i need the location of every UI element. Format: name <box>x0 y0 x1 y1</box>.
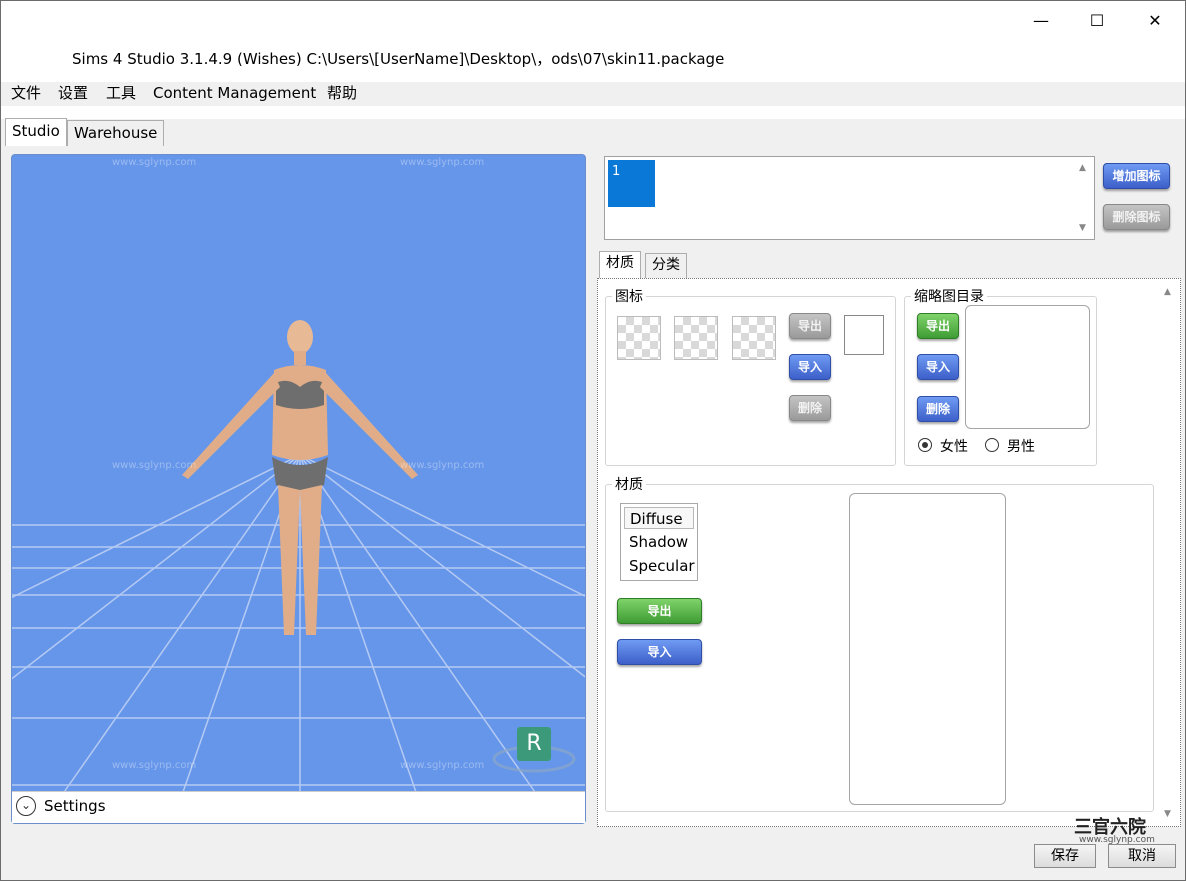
add-icon-button[interactable]: 增加图标 <box>1103 163 1170 189</box>
view-rotate-badge[interactable]: R <box>517 727 551 761</box>
thumbnail-import-button[interactable]: 导入 <box>917 354 959 380</box>
material-item-diffuse[interactable]: Diffuse <box>624 507 694 529</box>
icon-import-button[interactable]: 导入 <box>789 354 831 380</box>
scroll-down-icon[interactable]: ▼ <box>1164 809 1171 819</box>
swatch-list[interactable]: 1 ▲ ▼ <box>604 156 1095 240</box>
material-import-button[interactable]: 导入 <box>617 639 702 665</box>
title-bar: Sims 4 Studio 3.1.4.9 (Wishes) C:\Users\… <box>1 1 1185 82</box>
maximize-button[interactable]: ☐ <box>1077 9 1117 33</box>
gender-male-radio[interactable] <box>985 438 999 452</box>
watermark: www.sglynp.com <box>112 157 197 168</box>
icon-delete-button[interactable]: 删除 <box>789 395 831 421</box>
material-item-shadow[interactable]: Shadow <box>624 531 694 553</box>
menu-bar: 文件 设置 工具 Content Management 帮助 <box>1 82 1185 106</box>
watermark: www.sglynp.com <box>400 760 485 771</box>
toolbar-strip <box>1 106 1185 119</box>
menu-help[interactable]: 帮助 <box>327 82 357 104</box>
scroll-down-icon[interactable]: ▼ <box>1079 223 1086 233</box>
tab-warehouse[interactable]: Warehouse <box>67 120 165 146</box>
gender-male-label[interactable]: 男性 <box>1007 436 1035 456</box>
thumbnail-group-title: 缩略图目录 <box>911 286 987 306</box>
menu-file[interactable]: 文件 <box>11 82 41 104</box>
app-window: Sims 4 Studio 3.1.4.9 (Wishes) C:\Users\… <box>0 0 1186 881</box>
menu-tools[interactable]: 工具 <box>106 82 136 104</box>
menu-content-management[interactable]: Content Management <box>153 82 316 104</box>
3d-viewport[interactable]: www.sglynp.com www.sglynp.com www.sglynp… <box>11 154 586 824</box>
icon-preview-2[interactable] <box>674 316 718 360</box>
icon-export-button[interactable]: 导出 <box>789 313 831 339</box>
scroll-up-icon[interactable]: ▲ <box>1079 163 1086 173</box>
icon-preview-1[interactable] <box>617 316 661 360</box>
swatch-item[interactable]: 1 <box>608 160 655 207</box>
settings-label[interactable]: Settings <box>44 797 106 815</box>
cancel-button[interactable]: 取消 <box>1108 844 1176 868</box>
thumbnail-delete-button[interactable]: 删除 <box>917 396 959 422</box>
watermark: www.sglynp.com <box>112 760 197 771</box>
icon-color-swatch[interactable] <box>844 315 884 355</box>
thumbnail-export-button[interactable]: 导出 <box>917 313 959 339</box>
remove-icon-button[interactable]: 删除图标 <box>1103 204 1170 230</box>
icon-preview-3[interactable] <box>732 316 776 360</box>
tab-studio[interactable]: Studio <box>5 118 67 146</box>
gender-female-radio[interactable] <box>918 438 932 452</box>
material-list[interactable]: Diffuse Shadow Specular <box>620 503 698 581</box>
tab-category[interactable]: 分类 <box>645 253 687 278</box>
watermark: www.sglynp.com <box>400 460 485 471</box>
settings-bar[interactable]: ⌄ Settings <box>12 791 585 823</box>
material-group-title: 材质 <box>612 474 646 494</box>
gender-female-label[interactable]: 女性 <box>940 436 968 456</box>
scroll-up-icon[interactable]: ▲ <box>1164 287 1171 297</box>
chevron-down-circle-icon[interactable]: ⌄ <box>16 796 36 816</box>
window-title: Sims 4 Studio 3.1.4.9 (Wishes) C:\Users\… <box>72 50 725 68</box>
close-button[interactable]: ✕ <box>1135 9 1175 33</box>
save-button[interactable]: 保存 <box>1034 844 1096 868</box>
material-item-specular[interactable]: Specular <box>624 555 695 577</box>
watermark: www.sglynp.com <box>112 460 197 471</box>
minimize-button[interactable]: — <box>1021 9 1061 33</box>
floor-grid <box>12 320 585 796</box>
menu-settings[interactable]: 设置 <box>58 82 88 104</box>
thumbnail-preview <box>965 305 1090 429</box>
tab-material[interactable]: 材质 <box>599 251 641 279</box>
material-preview <box>849 493 1006 805</box>
icon-group-title: 图标 <box>612 286 646 306</box>
watermark: www.sglynp.com <box>400 157 485 168</box>
material-export-button[interactable]: 导出 <box>617 598 702 624</box>
